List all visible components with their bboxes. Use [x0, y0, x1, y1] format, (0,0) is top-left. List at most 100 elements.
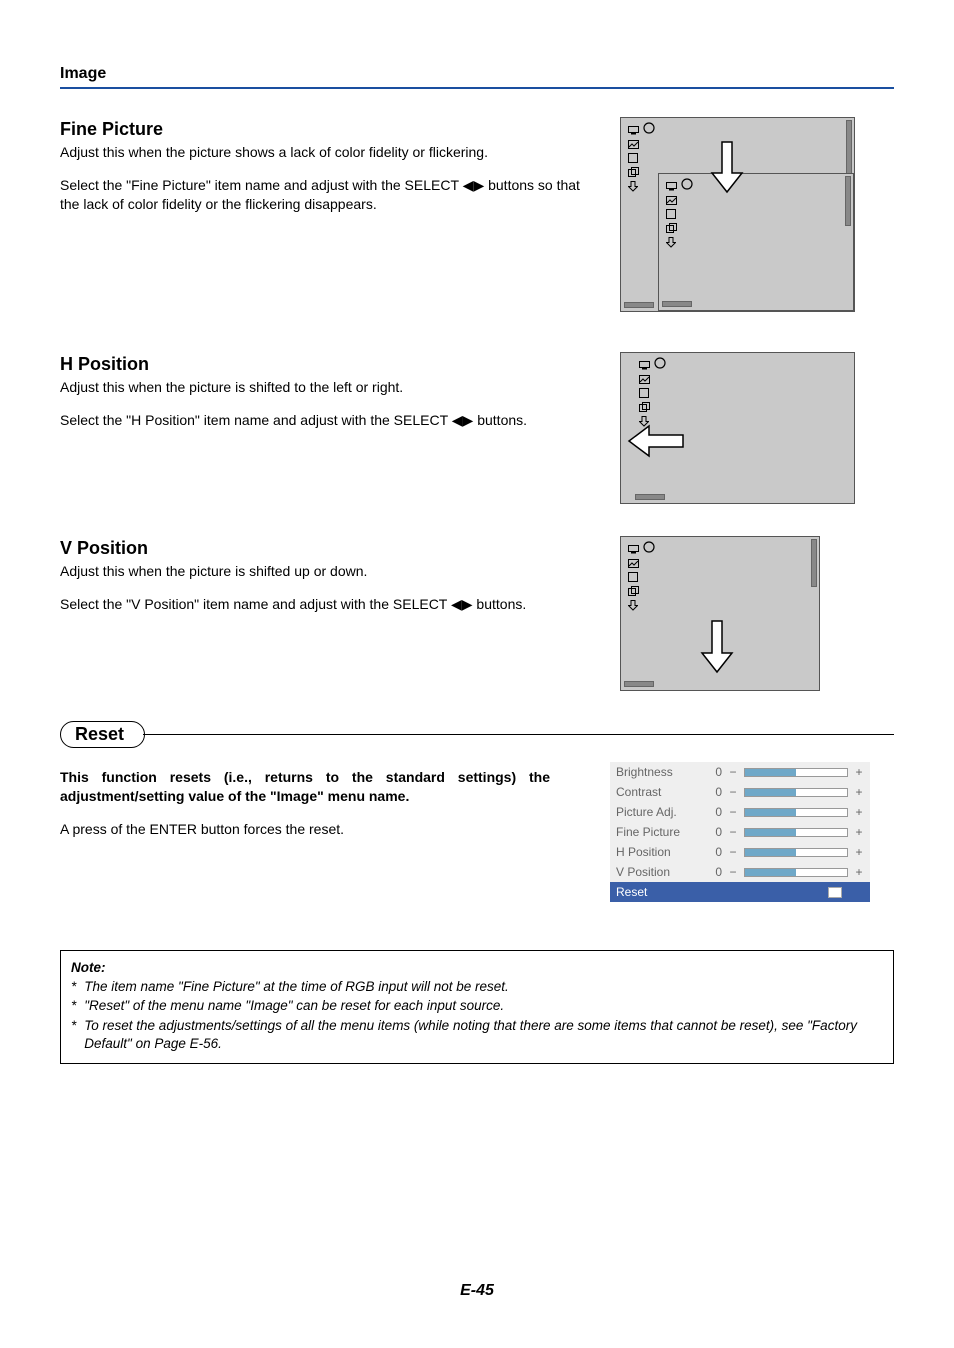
note-line: * The item name "Fine Picture" at the tim…	[71, 978, 883, 996]
box-icon	[638, 387, 650, 399]
picture-icon	[627, 557, 639, 569]
reset-desc: This function resets (i.e., returns to t…	[60, 768, 550, 806]
minus-icon: −	[728, 825, 738, 839]
menu-label: Brightness	[616, 765, 704, 779]
reset-enter-icon	[828, 887, 842, 898]
asterisk-icon: *	[71, 997, 76, 1015]
v-position-instr-pre: Select the "V Position" item name and ad…	[60, 596, 451, 612]
menu-label: H Position	[616, 845, 704, 859]
menu-label: Contrast	[616, 785, 704, 799]
minus-icon: −	[728, 865, 738, 879]
overlap-icon	[627, 166, 639, 178]
slider-bar	[744, 828, 848, 837]
h-position-instr-post: buttons.	[473, 412, 527, 428]
box-icon	[665, 208, 677, 220]
reset-heading-row: Reset	[60, 721, 894, 748]
menu-row: H Position 0− +	[610, 842, 870, 862]
fine-picture-instr: Select the "Fine Picture" item name and …	[60, 176, 600, 214]
circle-icon	[681, 178, 693, 190]
info-icon	[627, 180, 639, 192]
minus-icon: −	[728, 785, 738, 799]
v-position-desc: Adjust this when the picture is shifted …	[60, 562, 600, 581]
info-icon	[665, 236, 677, 248]
page-number: E-45	[0, 1282, 954, 1300]
down-arrow-icon	[709, 140, 745, 195]
lr-arrows-icon: ◀▶	[452, 412, 474, 428]
minus-icon: −	[728, 765, 738, 779]
v-position-title: V Position	[60, 536, 600, 560]
footer-bar-icon	[662, 301, 692, 307]
menu-row: Contrast 0− +	[610, 782, 870, 802]
lr-arrows-icon: ◀▶	[451, 596, 473, 612]
circle-icon	[654, 357, 666, 369]
picture-icon	[627, 138, 639, 150]
plus-icon: +	[854, 865, 864, 879]
picture-icon	[638, 373, 650, 385]
slider-bar	[744, 848, 848, 857]
menu-label: Fine Picture	[616, 825, 704, 839]
scrollbar-icon	[845, 176, 851, 226]
menu-value: 0	[710, 765, 722, 779]
menu-value: 0	[710, 805, 722, 819]
menu-row: V Position0−+	[610, 862, 870, 882]
plus-icon: +	[854, 785, 864, 799]
fine-picture-instr-pre: Select the "Fine Picture" item name and …	[60, 177, 463, 193]
h-position-title: H Position	[60, 352, 600, 376]
h-position-section: H Position Adjust this when the picture …	[60, 352, 894, 504]
box-icon	[627, 152, 639, 164]
monitor-icon	[665, 180, 677, 192]
v-position-instr: Select the "V Position" item name and ad…	[60, 595, 600, 614]
note-text: The item name "Fine Picture" at the time…	[84, 978, 883, 996]
menu-value: 0	[710, 845, 722, 859]
circle-icon	[643, 541, 655, 553]
note-box: Note: * The item name "Fine Picture" at t…	[60, 950, 894, 1064]
menu-row: Fine Picture 0− +	[610, 822, 870, 842]
fine-picture-section: Fine Picture Adjust this when the pictur…	[60, 117, 894, 312]
menu-row: Picture Adj.0−+	[610, 802, 870, 822]
section-header: Image	[60, 65, 894, 89]
h-position-diagram	[620, 352, 855, 504]
fine-picture-title: Fine Picture	[60, 117, 600, 141]
divider	[143, 734, 894, 736]
info-icon	[627, 599, 639, 611]
menu-label: Reset	[616, 885, 704, 899]
slider-bar	[744, 868, 848, 877]
menu-value: 0	[710, 825, 722, 839]
note-text: "Reset" of the menu name "Image" can be …	[84, 997, 883, 1015]
asterisk-icon: *	[71, 978, 76, 996]
v-position-instr-post: buttons.	[473, 596, 527, 612]
slider-bar	[744, 788, 848, 797]
monitor-icon	[627, 543, 639, 555]
plus-icon: +	[854, 825, 864, 839]
slider-bar	[744, 808, 848, 817]
plus-icon: +	[854, 845, 864, 859]
fine-picture-desc: Adjust this when the picture shows a lac…	[60, 143, 600, 162]
reset-instr: A press of the ENTER button forces the r…	[60, 820, 590, 839]
h-position-instr-pre: Select the "H Position" item name and ad…	[60, 412, 452, 428]
overlap-icon	[638, 401, 650, 413]
image-menu-table: Brightness0−+Contrast0−+Picture Adj.0−+F…	[610, 762, 870, 902]
reset-heading: Reset	[60, 721, 145, 748]
note-line: * "Reset" of the menu name "Image" can be…	[71, 997, 883, 1015]
lr-arrows-icon: ◀▶	[463, 177, 485, 193]
menu-label: Picture Adj.	[616, 805, 704, 819]
footer-bar-icon	[635, 494, 665, 500]
note-line: *To reset the adjustments/settings of al…	[71, 1017, 883, 1053]
minus-icon: −	[728, 845, 738, 859]
reset-section: This function resets (i.e., returns to t…	[60, 762, 894, 902]
menu-value: 0	[710, 785, 722, 799]
left-arrow-icon	[625, 423, 685, 459]
slider-bar	[744, 768, 848, 777]
minus-icon: −	[728, 805, 738, 819]
circle-icon	[643, 122, 655, 134]
box-icon	[627, 571, 639, 583]
note-title: Note:	[71, 959, 883, 977]
asterisk-icon: *	[71, 1017, 76, 1053]
monitor-icon	[627, 124, 639, 136]
note-text: To reset the adjustments/settings of all…	[84, 1017, 883, 1053]
down-arrow-icon	[699, 619, 735, 675]
fine-picture-diagram	[620, 117, 855, 312]
h-position-instr: Select the "H Position" item name and ad…	[60, 411, 600, 430]
monitor-icon	[638, 359, 650, 371]
footer-bar-icon	[624, 681, 654, 687]
